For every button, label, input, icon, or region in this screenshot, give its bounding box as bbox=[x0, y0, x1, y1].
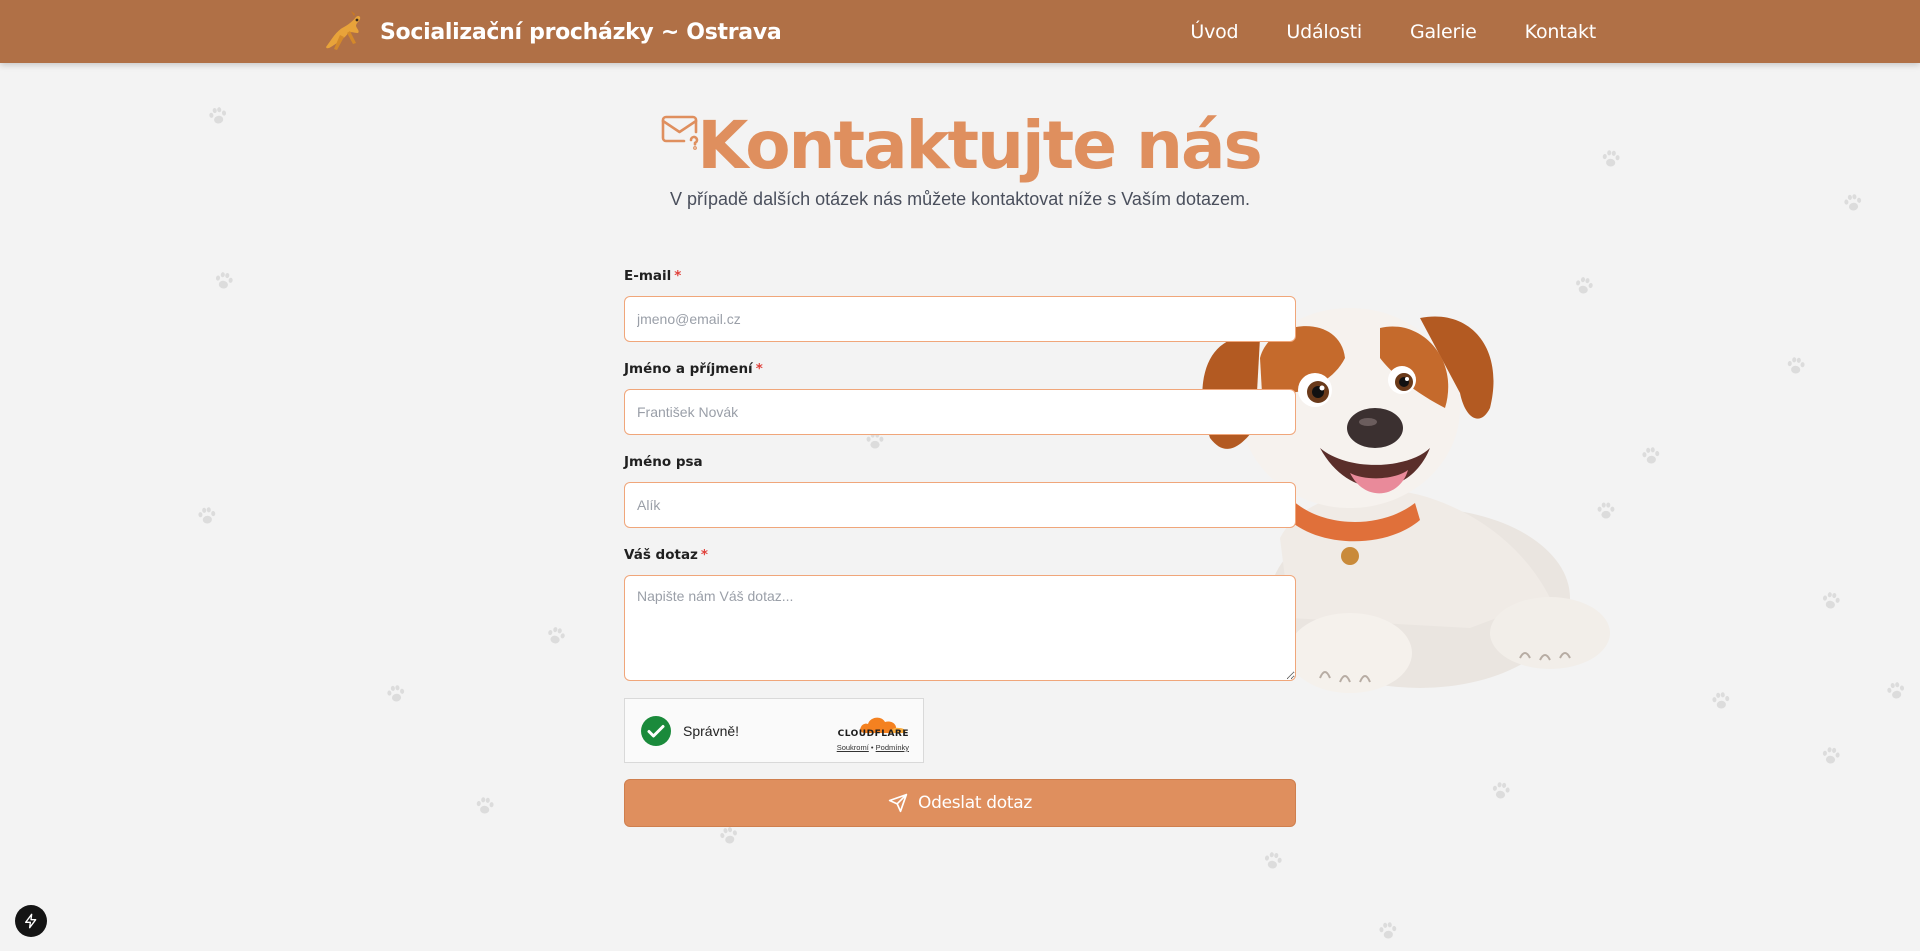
link-separator: • bbox=[870, 743, 874, 752]
main-nav: Úvod Události Galerie Kontakt bbox=[1190, 0, 1596, 63]
paw-print-icon bbox=[1571, 273, 1597, 299]
question-textarea[interactable] bbox=[624, 575, 1296, 681]
site-header: Socializační procházky ~ Ostrava Úvod Ud… bbox=[0, 0, 1920, 63]
nav-item-kontakt[interactable]: Kontakt bbox=[1525, 21, 1597, 43]
paw-print-icon bbox=[1376, 919, 1400, 943]
dev-toolbar-button[interactable] bbox=[15, 905, 47, 937]
nav-item-udalosti[interactable]: Události bbox=[1286, 21, 1362, 43]
cloudflare-turnstile-widget[interactable]: Správně! CLOUDFLARE Soukromí • Podmínky bbox=[624, 698, 924, 763]
paw-print-icon bbox=[543, 623, 570, 650]
dog-name-label: Jméno psa bbox=[624, 454, 703, 470]
email-label: E-mail * bbox=[624, 268, 1296, 286]
question-field-group: Váš dotaz * bbox=[624, 547, 1296, 681]
submit-button-label: Odeslat dotaz bbox=[918, 793, 1032, 813]
paw-print-icon bbox=[195, 504, 219, 528]
check-circle-icon bbox=[641, 716, 671, 746]
paw-print-icon bbox=[1639, 444, 1663, 468]
name-label-text: Jméno a příjmení bbox=[624, 361, 753, 377]
paw-print-icon bbox=[1818, 588, 1843, 613]
question-label-text: Váš dotaz bbox=[624, 547, 698, 563]
mail-question-icon bbox=[661, 115, 699, 150]
captcha-links: Soukromí • Podmínky bbox=[837, 743, 909, 752]
name-field-group: Jméno a příjmení * bbox=[624, 361, 1296, 435]
paw-print-icon bbox=[1489, 779, 1514, 804]
dog-name-field-group: Jméno psa bbox=[624, 454, 1296, 528]
running-dog-logo-icon bbox=[326, 11, 361, 50]
contact-form: E-mail* Jméno a příjmení* Jméno psa Váš … bbox=[624, 268, 1296, 827]
brand-home-link[interactable]: Socializační procházky ~ Ostrava bbox=[320, 9, 782, 55]
page-heading-section: Kontaktujte nás V případě dalších otázek… bbox=[0, 107, 1920, 210]
brand-title: Socializační procházky ~ Ostrava bbox=[380, 19, 782, 45]
privacy-link[interactable]: Soukromí bbox=[837, 743, 869, 752]
send-icon bbox=[888, 793, 908, 813]
question-label: Váš dotaz * bbox=[624, 547, 1296, 565]
cloudflare-wordmark: CLOUDFLARE bbox=[837, 729, 909, 739]
submit-button[interactable]: Odeslat dotaz bbox=[624, 779, 1296, 827]
email-input[interactable] bbox=[624, 296, 1296, 342]
required-mark: * bbox=[674, 268, 682, 284]
dog-name-input[interactable] bbox=[624, 482, 1296, 528]
paw-print-icon bbox=[1784, 354, 1808, 378]
name-label: Jméno a příjmení * bbox=[624, 361, 1296, 379]
captcha-status: Správně! bbox=[683, 723, 740, 739]
paw-print-icon bbox=[384, 682, 409, 707]
required-mark: * bbox=[700, 547, 708, 563]
nav-item-uvod[interactable]: Úvod bbox=[1190, 21, 1238, 43]
paw-print-icon bbox=[1260, 848, 1285, 873]
email-label-text: E-mail bbox=[624, 268, 672, 284]
page-title: Kontaktujte nás bbox=[697, 107, 1263, 184]
paw-print-icon bbox=[1883, 678, 1908, 703]
paw-print-icon bbox=[473, 794, 497, 818]
page-subtitle: V případě dalších otázek nás můžete kont… bbox=[670, 188, 1250, 209]
paw-print-icon bbox=[1709, 689, 1733, 713]
email-field-group: E-mail * bbox=[624, 268, 1296, 342]
paw-print-icon bbox=[1819, 744, 1844, 769]
nav-item-galerie[interactable]: Galerie bbox=[1410, 21, 1477, 43]
terms-link[interactable]: Podmínky bbox=[876, 743, 909, 752]
required-mark: * bbox=[755, 361, 763, 377]
paw-print-icon bbox=[211, 268, 236, 293]
name-input[interactable] bbox=[624, 389, 1296, 435]
lightning-icon bbox=[25, 913, 37, 929]
